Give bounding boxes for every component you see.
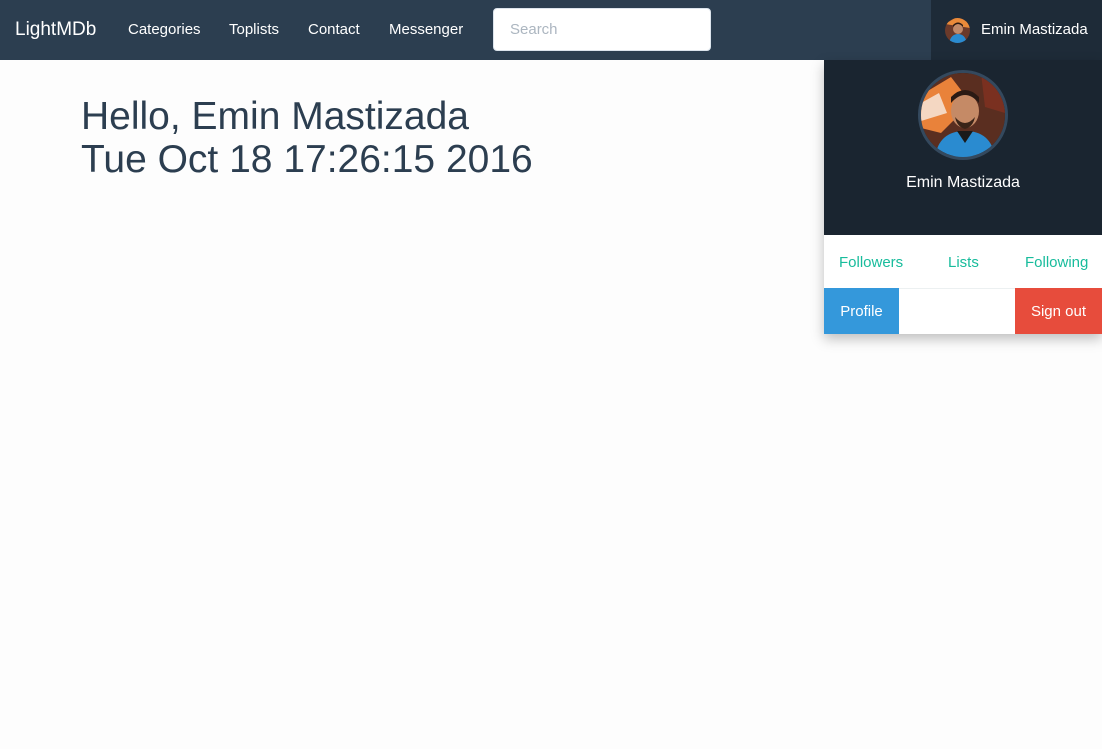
profile-avatar (918, 70, 1008, 160)
sign-out-button[interactable]: Sign out (1015, 288, 1102, 334)
nav-link-categories[interactable]: Categories (128, 21, 201, 39)
user-menu-name: Emin Mastizada (981, 21, 1088, 38)
lists-link[interactable]: Lists (948, 254, 979, 272)
nav-link-messenger[interactable]: Messenger (389, 21, 463, 39)
brand-link[interactable]: LightMDb (15, 19, 96, 41)
user-dropdown-header: Emin Mastizada (824, 60, 1102, 235)
profile-button[interactable]: Profile (824, 288, 899, 334)
greeting-heading: Hello, Emin Mastizada (81, 95, 469, 138)
avatar (945, 18, 970, 43)
followers-link[interactable]: Followers (839, 254, 903, 272)
search-input[interactable] (493, 8, 711, 51)
main-content: Hello, Emin Mastizada Tue Oct 18 17:26:1… (81, 95, 533, 181)
nav-link-contact[interactable]: Contact (308, 21, 360, 39)
user-menu-toggle[interactable]: Emin Mastizada (931, 0, 1102, 60)
following-link[interactable]: Following (1025, 254, 1088, 272)
profile-stats: Followers Lists Following (824, 235, 1102, 289)
datetime-heading: Tue Oct 18 17:26:15 2016 (81, 138, 533, 181)
user-dropdown-menu: Emin Mastizada Followers Lists Following… (824, 60, 1102, 334)
nav-link-toplists[interactable]: Toplists (229, 21, 279, 39)
navbar: LightMDb Categories Toplists Contact Mes… (0, 0, 1102, 60)
profile-name: Emin Mastizada (906, 174, 1020, 191)
